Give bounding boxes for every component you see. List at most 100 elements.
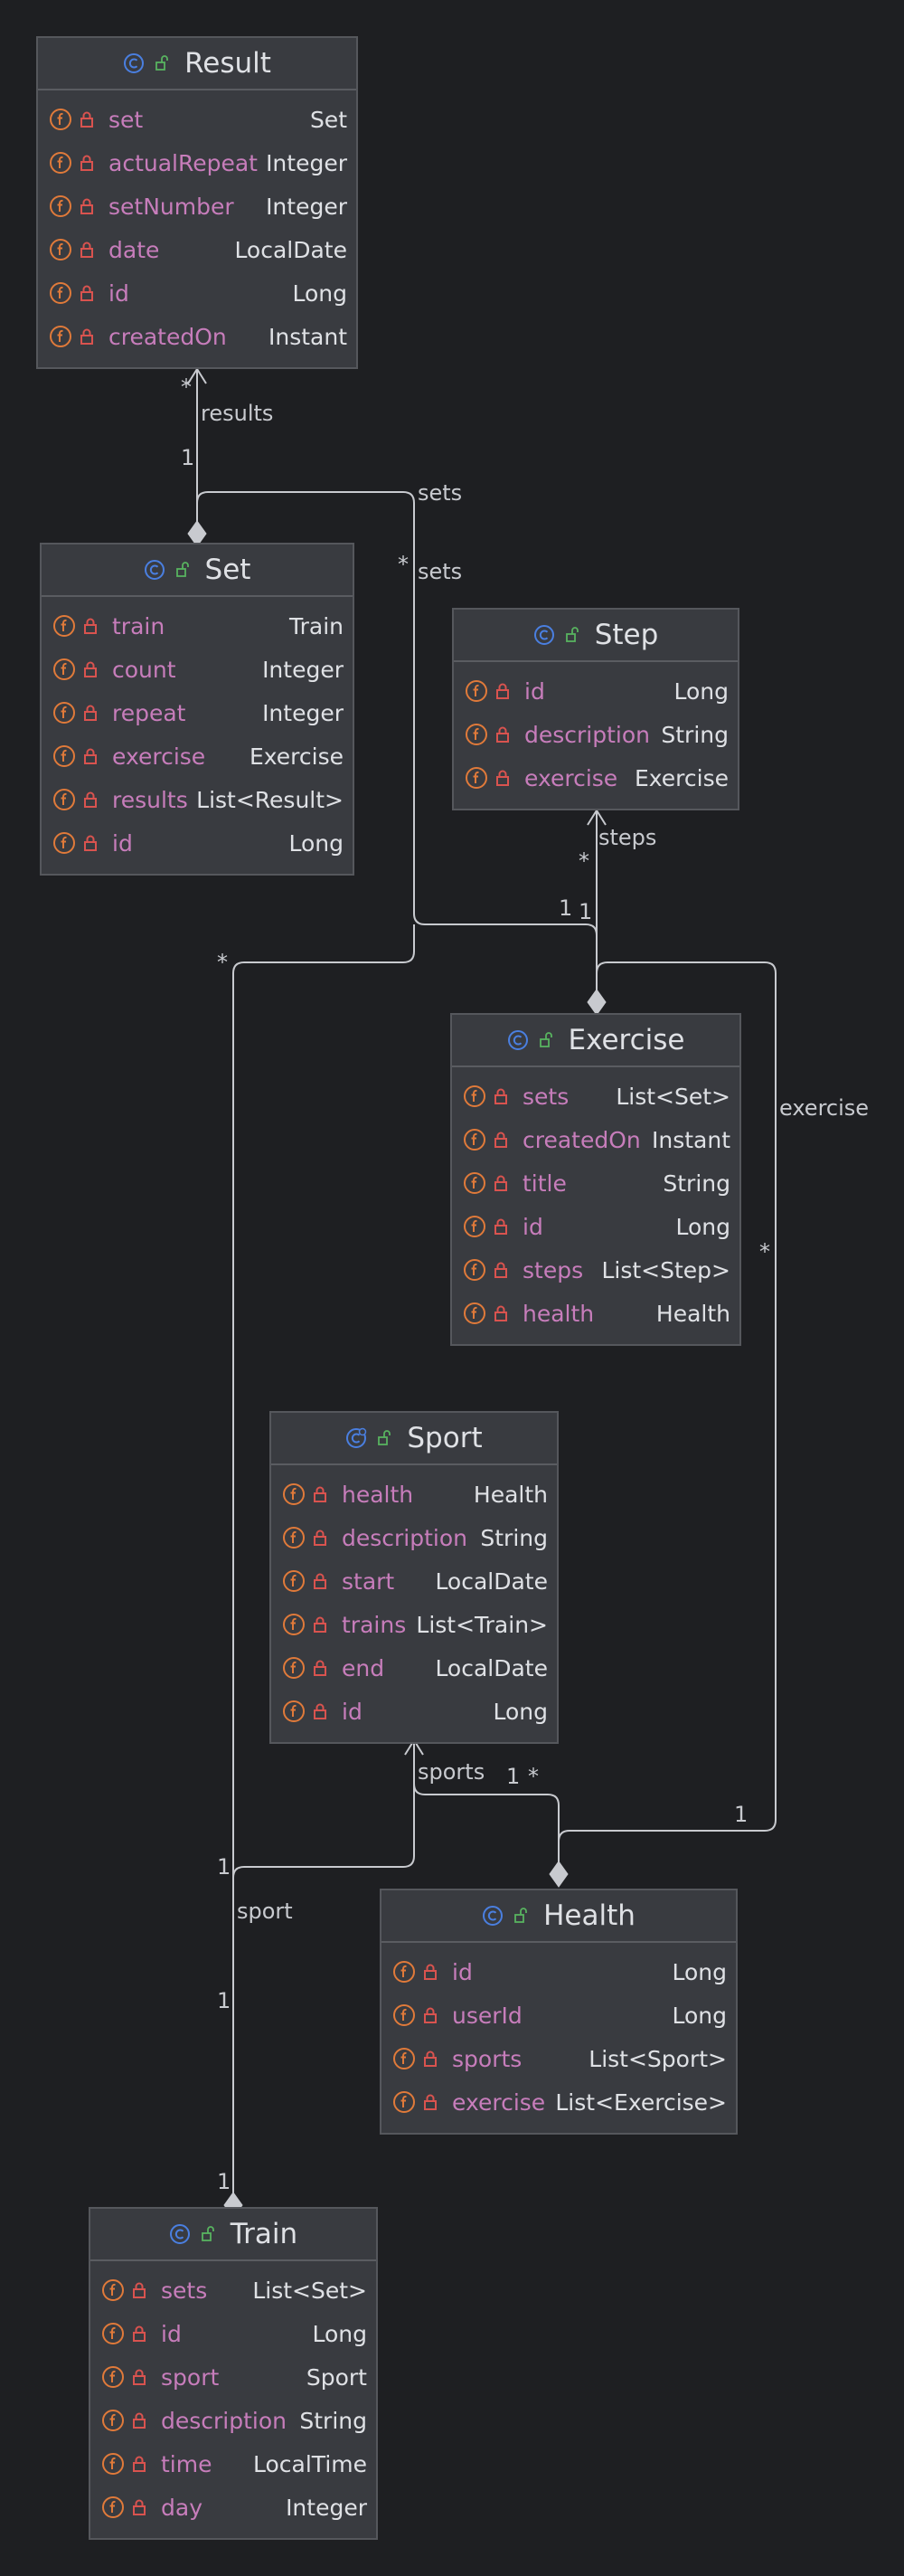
field-name: actualRepeat bbox=[108, 149, 258, 176]
class-icon bbox=[483, 1906, 504, 1926]
private-lock-icon bbox=[80, 242, 93, 258]
public-visibility-icon bbox=[155, 55, 168, 71]
field-row[interactable]: sets List<Set> bbox=[90, 2268, 376, 2312]
field-row[interactable]: userId Long bbox=[381, 1994, 736, 2037]
class-set[interactable]: Set train Train count Integer repeat Integer ex… bbox=[40, 543, 354, 876]
class-header[interactable]: Health bbox=[381, 1890, 736, 1943]
field-row[interactable]: description String bbox=[454, 713, 738, 756]
field-row[interactable]: health Health bbox=[452, 1292, 739, 1335]
class-train[interactable]: Train sets List<Set> id Long sport Sport descri… bbox=[89, 2207, 378, 2540]
field-icon bbox=[466, 724, 487, 745]
private-lock-icon bbox=[494, 1305, 507, 1321]
field-type: Instant bbox=[651, 1126, 730, 1153]
field-row[interactable]: end LocalDate bbox=[271, 1646, 557, 1690]
field-row[interactable]: count Integer bbox=[42, 648, 353, 691]
private-lock-icon bbox=[80, 198, 93, 214]
field-row[interactable]: health Health bbox=[271, 1473, 557, 1516]
field-row[interactable]: createdOn Instant bbox=[452, 1118, 739, 1161]
field-type: String bbox=[661, 721, 729, 748]
private-lock-icon bbox=[133, 2282, 146, 2298]
field-name: time bbox=[161, 2450, 212, 2477]
mult-train-one-c: 1 bbox=[217, 2169, 231, 2194]
field-row[interactable]: description String bbox=[90, 2399, 376, 2442]
field-row[interactable]: sports List<Sport> bbox=[381, 2037, 736, 2080]
class-name: Exercise bbox=[568, 1024, 685, 1056]
field-row[interactable]: setNumber Integer bbox=[38, 185, 356, 228]
field-row[interactable]: steps List<Step> bbox=[452, 1248, 739, 1292]
class-timed-icon bbox=[346, 1427, 367, 1448]
field-row[interactable]: createdOn Instant bbox=[38, 315, 356, 358]
class-header[interactable]: Set bbox=[42, 545, 353, 597]
field-type: Long bbox=[493, 1698, 549, 1725]
field-row[interactable]: exercise Exercise bbox=[454, 756, 738, 800]
field-name: id bbox=[342, 1698, 363, 1725]
field-icon bbox=[283, 1700, 305, 1722]
class-sport[interactable]: Sport health Health description String start L… bbox=[269, 1411, 559, 1744]
class-header[interactable]: Result bbox=[38, 38, 356, 90]
field-row[interactable]: title String bbox=[452, 1161, 739, 1205]
field-row[interactable]: exercise Exercise bbox=[42, 734, 353, 778]
field-list: id Long userId Long sports List<Sport> exercis… bbox=[381, 1943, 736, 2124]
class-icon bbox=[124, 53, 145, 73]
field-row[interactable]: id Long bbox=[271, 1690, 557, 1733]
field-row[interactable]: description String bbox=[271, 1516, 557, 1559]
private-lock-icon bbox=[496, 683, 509, 699]
field-row[interactable]: sport Sport bbox=[90, 2355, 376, 2399]
class-header[interactable]: Train bbox=[90, 2209, 376, 2261]
class-header[interactable]: Exercise bbox=[452, 1015, 739, 1067]
field-row[interactable]: date LocalDate bbox=[38, 228, 356, 271]
field-name: id bbox=[524, 677, 545, 705]
field-icon bbox=[464, 1259, 485, 1281]
field-row[interactable]: time LocalTime bbox=[90, 2442, 376, 2486]
private-lock-icon bbox=[84, 748, 97, 764]
field-row[interactable]: day Integer bbox=[90, 2486, 376, 2529]
field-row[interactable]: id Long bbox=[42, 821, 353, 865]
class-name: Sport bbox=[407, 1422, 483, 1454]
field-type: Exercise bbox=[249, 743, 344, 770]
field-name: exercise bbox=[112, 743, 206, 770]
class-header[interactable]: Sport bbox=[271, 1413, 557, 1465]
diamond-exercise bbox=[587, 989, 607, 1016]
field-name: id bbox=[161, 2320, 182, 2347]
field-name: sports bbox=[452, 2045, 523, 2072]
field-row[interactable]: start LocalDate bbox=[271, 1559, 557, 1603]
field-type: Long bbox=[312, 2320, 368, 2347]
class-step[interactable]: Step id Long description String exercise Exerc… bbox=[452, 608, 739, 810]
field-row[interactable]: repeat Integer bbox=[42, 691, 353, 734]
field-type: List<Sport> bbox=[589, 2045, 727, 2072]
field-row[interactable]: sets List<Set> bbox=[452, 1075, 739, 1118]
field-row[interactable]: id Long bbox=[381, 1950, 736, 1994]
field-type: List<Result> bbox=[196, 786, 344, 813]
edge-label-sets-top: sets bbox=[418, 480, 463, 506]
class-name: Train bbox=[230, 2218, 298, 2250]
field-row[interactable]: id Long bbox=[452, 1205, 739, 1248]
field-icon bbox=[50, 109, 71, 130]
field-icon bbox=[53, 615, 75, 637]
field-row[interactable]: actualRepeat Integer bbox=[38, 141, 356, 185]
field-row[interactable]: id Long bbox=[38, 271, 356, 315]
field-row[interactable]: trains List<Train> bbox=[271, 1603, 557, 1646]
field-type: Integer bbox=[262, 699, 344, 726]
edge-label-sports: sports bbox=[418, 1759, 485, 1785]
edge-label-results: results bbox=[201, 401, 274, 426]
field-icon bbox=[50, 152, 71, 174]
field-type: Integer bbox=[262, 656, 344, 683]
diamond-health bbox=[549, 1861, 569, 1888]
field-row[interactable]: train Train bbox=[42, 604, 353, 648]
class-header[interactable]: Step bbox=[454, 610, 738, 662]
mult-exercise-one-a: 1 bbox=[559, 895, 573, 921]
field-type: List<Exercise> bbox=[555, 2088, 727, 2116]
field-row[interactable]: set Set bbox=[38, 98, 356, 141]
field-row[interactable]: exercise List<Exercise> bbox=[381, 2080, 736, 2124]
field-row[interactable]: results List<Result> bbox=[42, 778, 353, 821]
field-row[interactable]: id Long bbox=[90, 2312, 376, 2355]
field-type: String bbox=[663, 1170, 730, 1197]
mult-step-star: * bbox=[579, 848, 589, 874]
class-result[interactable]: Result set Set actualRepeat Integer setNumber… bbox=[36, 36, 358, 369]
private-lock-icon bbox=[314, 1660, 326, 1676]
field-list: id Long description String exercise Exercise bbox=[454, 662, 738, 800]
field-icon bbox=[50, 239, 71, 260]
class-exercise[interactable]: Exercise sets List<Set> createdOn Instant tit… bbox=[450, 1013, 741, 1346]
field-row[interactable]: id Long bbox=[454, 669, 738, 713]
class-health[interactable]: Health id Long userId Long sports List<Sport> e… bbox=[380, 1889, 738, 2135]
